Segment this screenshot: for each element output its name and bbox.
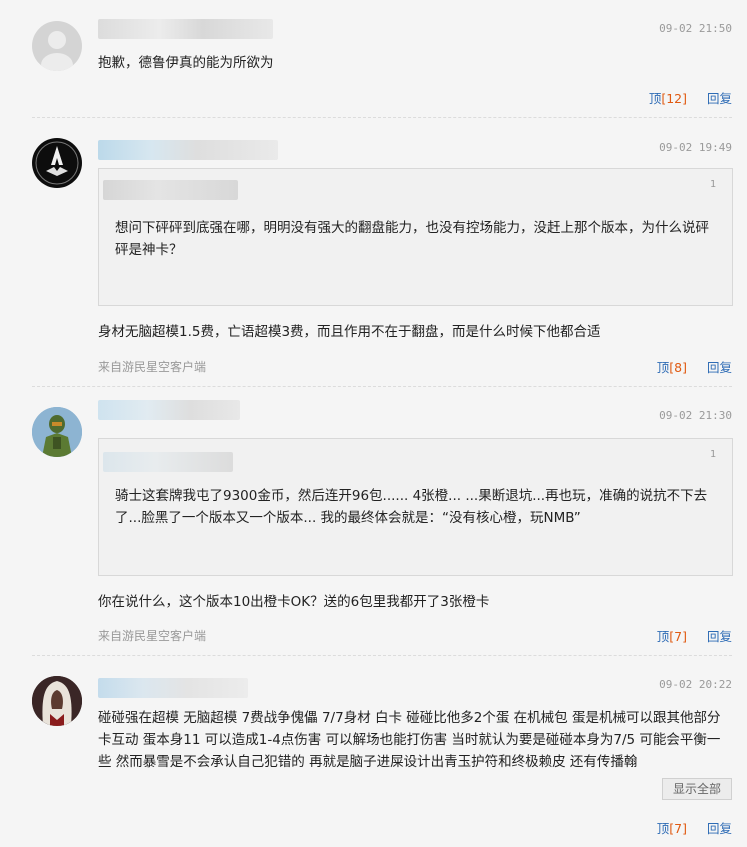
reply-button[interactable]: 回复 [707, 91, 732, 106]
reply-button[interactable]: 回复 [707, 821, 732, 836]
comment-time: 09-02 19:49 [659, 141, 732, 154]
upvote-count: [7] [669, 629, 687, 644]
avatar[interactable] [32, 21, 82, 71]
quoted-username-blurred [103, 180, 238, 200]
reply-button[interactable]: 回复 [707, 360, 732, 375]
upvote-button[interactable]: 顶[12] [649, 91, 687, 106]
quoted-username-blurred [103, 452, 233, 472]
comment-actions: 顶[7] 回复 [657, 626, 732, 645]
comment-4: 09-02 20:22 碰碰强在超模 无脑超模 7费战争傀儡 7/7身材 白卡 … [0, 656, 747, 847]
upvote-count: [7] [669, 821, 687, 836]
comment-time: 09-02 21:50 [659, 22, 732, 35]
comment-1: 09-02 21:50 抱歉，德鲁伊真的能为所欲为 顶[12] 回复 [0, 0, 747, 115]
client-source: 来自游民星空客户端 [98, 360, 207, 374]
avatar[interactable] [32, 407, 82, 457]
quote-floor-number: 1 [709, 179, 716, 190]
soldier-avatar-icon [32, 407, 82, 457]
comment-time: 09-02 21:30 [659, 409, 732, 422]
quoted-text: 想问下砰砰到底强在哪，明明没有强大的翻盘能力，也没有控场能力，没赶上那个版本，为… [115, 220, 709, 258]
username-blurred[interactable] [98, 19, 273, 39]
default-user-icon [41, 31, 73, 71]
avatar[interactable] [32, 138, 82, 188]
username-blurred[interactable] [98, 678, 248, 698]
comment-3: 09-02 21:30 1 骑士这套牌我屯了9300金币，然后连开96包....… [0, 387, 747, 655]
avatar[interactable] [32, 676, 82, 726]
comment-actions: 顶[12] 回复 [649, 88, 732, 107]
comment-text: 抱歉，德鲁伊真的能为所欲为 [98, 55, 274, 71]
client-source: 来自游民星空客户端 [98, 629, 207, 643]
comment-2: 09-02 19:49 1 想问下砰砰到底强在哪，明明没有强大的翻盘能力，也没有… [0, 118, 747, 386]
quote-floor-number: 1 [709, 449, 716, 460]
username-blurred[interactable] [98, 400, 240, 420]
comment-text: 碰碰强在超模 无脑超模 7费战争傀儡 7/7身材 白卡 碰碰比他多2个蛋 在机械… [98, 710, 721, 770]
comment-text: 你在说什么，这个版本10出橙卡OK？送的6包里我都开了3张橙卡 [98, 594, 490, 610]
upvote-count: [8] [669, 360, 687, 375]
username-blurred[interactable] [98, 140, 278, 160]
comment-actions: 顶[7] 回复 [657, 818, 732, 837]
upvote-count: [12] [661, 91, 687, 106]
comment-text: 身材无脑超模1.5费，亡语超模3费，而且作用不在于翻盘，而是什么时候下他都合适 [98, 324, 601, 340]
reply-button[interactable]: 回复 [707, 629, 732, 644]
comment-time: 09-02 20:22 [659, 678, 732, 691]
quoted-text: 骑士这套牌我屯了9300金币，然后连开96包...... 4张橙... ...果… [115, 488, 708, 526]
hooded-figure-avatar-icon [32, 676, 82, 726]
show-all-button[interactable]: 显示全部 [662, 778, 732, 800]
quoted-comment: 1 想问下砰砰到底强在哪，明明没有强大的翻盘能力，也没有控场能力，没赶上那个版本… [98, 168, 733, 306]
upvote-button[interactable]: 顶[7] [657, 821, 687, 836]
quoted-comment: 1 骑士这套牌我屯了9300金币，然后连开96包...... 4张橙... ..… [98, 438, 733, 576]
comment-actions: 顶[8] 回复 [657, 357, 732, 376]
upvote-button[interactable]: 顶[7] [657, 629, 687, 644]
upvote-button[interactable]: 顶[8] [657, 360, 687, 375]
assassin-logo-icon [35, 141, 79, 185]
